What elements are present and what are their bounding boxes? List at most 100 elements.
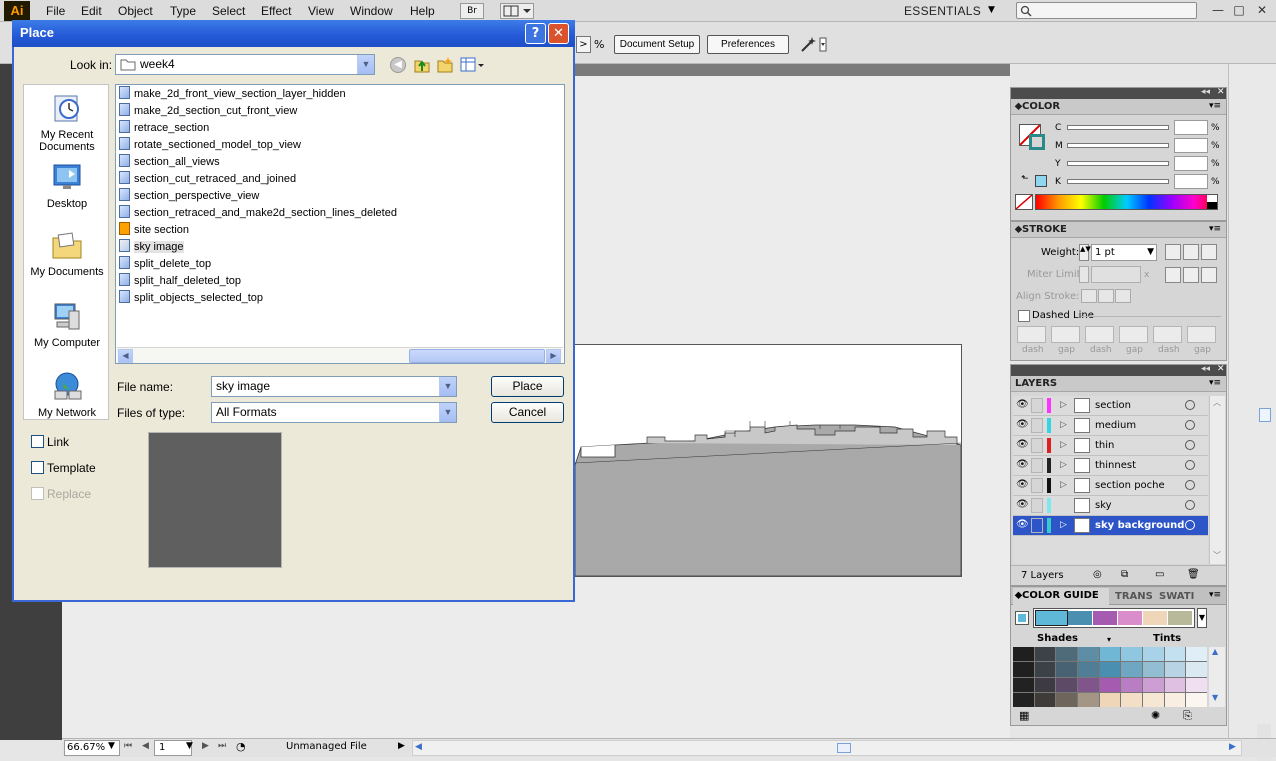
expand-triangle-icon[interactable]: ▷ bbox=[1060, 440, 1067, 450]
color-panel-tab[interactable]: ⬥COLOR bbox=[1011, 99, 1226, 115]
place-my-network[interactable]: My Network bbox=[24, 371, 110, 419]
color-variation-swatch[interactable] bbox=[1099, 677, 1121, 692]
layer-row[interactable]: 👁 ▷ thin bbox=[1013, 436, 1208, 456]
menu-view[interactable]: View bbox=[308, 4, 334, 18]
horizontal-scroll-thumb[interactable] bbox=[837, 743, 851, 753]
chevron-down-icon[interactable]: ▼ bbox=[1147, 245, 1154, 260]
document-setup-button[interactable]: Document Setup bbox=[614, 35, 700, 54]
artboard-dropdown-icon[interactable]: ▼ bbox=[186, 741, 193, 751]
align-outside-button[interactable] bbox=[1115, 289, 1131, 303]
lock-toggle[interactable] bbox=[1031, 438, 1043, 453]
next-artboard-icon[interactable]: ▶ bbox=[202, 741, 209, 751]
file-name-input[interactable]: sky image ▼ bbox=[211, 376, 457, 397]
new-sublayer-icon[interactable]: ▭ bbox=[1155, 569, 1164, 580]
color-variation-swatch[interactable] bbox=[1186, 692, 1207, 707]
menu-help[interactable]: Help bbox=[410, 4, 435, 18]
lock-toggle[interactable] bbox=[1031, 518, 1043, 533]
color-variation-swatch[interactable] bbox=[1121, 647, 1142, 662]
arrange-documents-button[interactable] bbox=[500, 3, 534, 19]
place-button[interactable]: Place bbox=[491, 376, 564, 397]
menu-edit[interactable]: Edit bbox=[81, 4, 102, 18]
horizontal-scrollbar[interactable]: ◀ ▶ bbox=[412, 740, 1242, 756]
file-list-scrollbar[interactable]: ◀ ▶ bbox=[117, 347, 563, 363]
scroll-down-icon[interactable]: ▼ bbox=[1212, 693, 1218, 702]
file-row[interactable]: make_2d_section_cut_front_view bbox=[119, 103, 297, 120]
close-panel-icon[interactable]: ✕ bbox=[1217, 87, 1225, 97]
first-artboard-icon[interactable]: ⏮ bbox=[124, 741, 132, 751]
channel-y-slider[interactable] bbox=[1067, 161, 1169, 166]
menu-file[interactable]: File bbox=[46, 4, 65, 18]
color-variation-swatch[interactable] bbox=[1013, 662, 1034, 677]
color-variation-swatch[interactable] bbox=[1013, 692, 1034, 707]
bevel-join-button[interactable] bbox=[1201, 267, 1217, 283]
gap-3-input[interactable] bbox=[1187, 326, 1216, 343]
dash-1-input[interactable] bbox=[1017, 326, 1046, 343]
channel-c-input[interactable] bbox=[1174, 120, 1208, 135]
weight-input[interactable]: 1 pt ▼ bbox=[1091, 244, 1157, 261]
transparency-tab[interactable]: TRANS bbox=[1111, 589, 1155, 605]
save-color-group-icon[interactable]: ⎘ bbox=[1183, 709, 1192, 723]
swatches-tab[interactable]: SWATI bbox=[1155, 589, 1199, 605]
color-variation-swatch[interactable] bbox=[1056, 647, 1077, 662]
place-my-documents[interactable]: My Documents bbox=[24, 230, 110, 278]
file-row[interactable]: make_2d_front_view_section_layer_hidden bbox=[119, 86, 346, 103]
workspace-switcher[interactable]: ESSENTIALS bbox=[904, 4, 981, 18]
color-variation-swatch[interactable] bbox=[1121, 677, 1142, 692]
close-window-button[interactable]: ✕ bbox=[1254, 2, 1270, 18]
look-in-dropdown[interactable]: week4 ▼ bbox=[115, 54, 375, 75]
place-my-recent-documents[interactable]: My Recent Documents bbox=[24, 93, 110, 153]
menu-type[interactable]: Type bbox=[170, 4, 196, 18]
target-circle-icon[interactable] bbox=[1185, 400, 1195, 410]
color-variation-swatch[interactable] bbox=[1186, 677, 1207, 692]
spectrum-black[interactable] bbox=[1207, 202, 1217, 209]
color-variation-swatch[interactable] bbox=[1099, 662, 1121, 677]
variations-menu-icon[interactable]: ▾ bbox=[1107, 635, 1111, 644]
view-menu-icon[interactable] bbox=[460, 57, 486, 73]
stroke-swatch[interactable] bbox=[1029, 134, 1045, 150]
channel-m-input[interactable] bbox=[1174, 138, 1208, 153]
color-variation-swatch[interactable] bbox=[1077, 647, 1099, 662]
file-row[interactable]: section_retraced_and_make2d_section_line… bbox=[119, 205, 397, 222]
expand-triangle-icon[interactable]: ▷ bbox=[1060, 400, 1067, 410]
align-center-button[interactable] bbox=[1081, 289, 1097, 303]
file-row[interactable]: retrace_section bbox=[119, 120, 209, 137]
butt-cap-button[interactable] bbox=[1165, 244, 1181, 260]
layer-row[interactable]: 👁 ▷ section bbox=[1013, 396, 1208, 416]
target-circle-icon[interactable] bbox=[1185, 420, 1195, 430]
expand-triangle-icon[interactable]: ▷ bbox=[1060, 480, 1067, 490]
guide-scrollbar[interactable]: ▲ ▼ bbox=[1209, 647, 1225, 707]
panel-menu-icon[interactable]: ▾≡ bbox=[1209, 378, 1221, 388]
visibility-eye-icon[interactable]: 👁 bbox=[1016, 419, 1029, 430]
color-variation-swatch[interactable] bbox=[1099, 692, 1121, 707]
collapse-icon[interactable]: ◂◂ bbox=[1201, 87, 1210, 97]
color-variation-swatch[interactable] bbox=[1013, 677, 1034, 692]
projecting-cap-button[interactable] bbox=[1201, 244, 1217, 260]
panel-menu-icon[interactable]: ▾≡ bbox=[1209, 224, 1221, 234]
color-variation-swatch[interactable] bbox=[1056, 692, 1077, 707]
color-variation-swatch[interactable] bbox=[1077, 677, 1099, 692]
layers-panel-tab[interactable]: LAYERS bbox=[1011, 376, 1226, 392]
chevron-down-icon[interactable]: ▼ bbox=[988, 5, 995, 15]
expand-triangle-icon[interactable]: ▷ bbox=[1060, 460, 1067, 470]
layer-row[interactable]: 👁 sky bbox=[1013, 496, 1208, 516]
chevron-down-icon[interactable]: ▼ bbox=[357, 55, 374, 74]
layer-row[interactable]: 👁 ▷ sky background bbox=[1013, 516, 1208, 536]
new-folder-icon[interactable] bbox=[436, 56, 454, 74]
color-variation-swatch[interactable] bbox=[1164, 692, 1186, 707]
color-variation-swatch[interactable] bbox=[1077, 692, 1099, 707]
edit-colors-icon[interactable]: ✺ bbox=[1151, 709, 1160, 722]
round-cap-button[interactable] bbox=[1183, 244, 1199, 260]
lock-toggle[interactable] bbox=[1031, 398, 1043, 413]
preferences-button[interactable]: Preferences bbox=[707, 35, 789, 54]
color-variation-swatch[interactable] bbox=[1142, 662, 1164, 677]
cancel-button[interactable]: Cancel bbox=[491, 402, 564, 423]
maximize-button[interactable]: □ bbox=[1231, 2, 1247, 18]
status-menu-arrow-icon[interactable]: ▶ bbox=[398, 741, 405, 751]
color-variation-swatch[interactable] bbox=[1013, 647, 1034, 662]
dash-3-input[interactable] bbox=[1153, 326, 1182, 343]
visibility-eye-icon[interactable]: 👁 bbox=[1016, 519, 1029, 530]
lock-toggle[interactable] bbox=[1031, 458, 1043, 473]
bridge-button[interactable]: Br bbox=[460, 3, 484, 19]
color-variation-swatch[interactable] bbox=[1034, 677, 1056, 692]
lock-toggle[interactable] bbox=[1031, 418, 1043, 433]
